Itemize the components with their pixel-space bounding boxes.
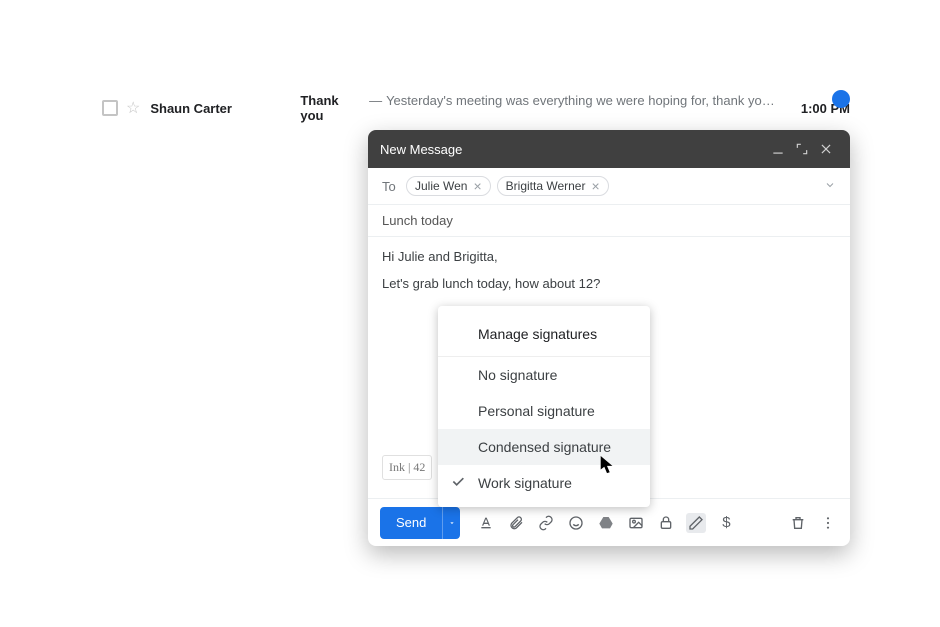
recipient-name: Julie Wen: [415, 179, 467, 193]
signature-option-label: Personal signature: [478, 403, 595, 419]
signature-pen-icon[interactable]: [686, 513, 706, 533]
drive-icon[interactable]: [596, 513, 616, 533]
compose-title: New Message: [380, 142, 766, 157]
signature-menu-header[interactable]: Manage signatures: [438, 312, 650, 357]
inbox-snippet: Yesterday's meeting was everything we we…: [386, 93, 778, 123]
expand-recipients-icon[interactable]: [824, 179, 836, 194]
recipient-name: Brigitta Werner: [506, 179, 586, 193]
inbox-row[interactable]: ☆ Shaun Carter Thank you — Yesterday's m…: [102, 96, 850, 120]
inbox-separator: —: [369, 93, 382, 123]
emoji-icon[interactable]: [566, 513, 586, 533]
inbox-subject: Thank you: [300, 93, 365, 123]
signature-option-label: Work signature: [478, 475, 572, 491]
signature-option-personal[interactable]: Personal signature: [438, 393, 650, 429]
formatting-icons: $: [476, 513, 736, 533]
signature-option-label: Condensed signature: [478, 439, 611, 455]
send-options-button[interactable]: [442, 507, 460, 539]
link-icon[interactable]: [536, 513, 556, 533]
format-icon[interactable]: [476, 513, 496, 533]
chip-remove-icon[interactable]: ×: [473, 179, 481, 193]
to-label: To: [382, 179, 406, 194]
fullscreen-icon[interactable]: [790, 137, 814, 161]
compose-header: New Message: [368, 130, 850, 168]
subject-text: Lunch today: [382, 213, 453, 228]
recipient-chip[interactable]: Julie Wen ×: [406, 176, 491, 196]
trash-icon[interactable]: [788, 513, 808, 533]
check-icon: [450, 474, 466, 493]
body-line: Let's grab lunch today, how about 12?: [382, 276, 836, 291]
inbox-sender: Shaun Carter: [150, 101, 300, 116]
star-icon[interactable]: ☆: [126, 98, 140, 118]
inbox-subject-wrap: Thank you — Yesterday's meeting was ever…: [300, 93, 778, 123]
signature-option-work[interactable]: Work signature: [438, 465, 650, 501]
signature-option-condensed[interactable]: Condensed signature: [438, 429, 650, 465]
send-button[interactable]: Send: [380, 507, 442, 539]
profile-badge-icon[interactable]: [832, 90, 850, 108]
subject-row[interactable]: Lunch today: [368, 205, 850, 237]
photo-icon[interactable]: [626, 513, 646, 533]
attach-icon[interactable]: [506, 513, 526, 533]
signature-preview: Ink | 42: [382, 455, 432, 480]
signature-menu: Manage signatures No signature Personal …: [438, 306, 650, 507]
dollar-icon[interactable]: $: [716, 513, 736, 533]
send-button-group: Send: [380, 507, 460, 539]
signature-option-none[interactable]: No signature: [438, 357, 650, 393]
recipients-row[interactable]: To Julie Wen × Brigitta Werner ×: [368, 168, 850, 205]
more-icon[interactable]: [818, 513, 838, 533]
close-icon[interactable]: [814, 137, 838, 161]
signature-option-label: No signature: [478, 367, 557, 383]
chip-remove-icon[interactable]: ×: [591, 179, 599, 193]
confidential-icon[interactable]: [656, 513, 676, 533]
body-line: Hi Julie and Brigitta,: [382, 249, 836, 264]
minimize-icon[interactable]: [766, 137, 790, 161]
recipient-chip[interactable]: Brigitta Werner ×: [497, 176, 609, 196]
inbox-checkbox[interactable]: [102, 100, 118, 116]
